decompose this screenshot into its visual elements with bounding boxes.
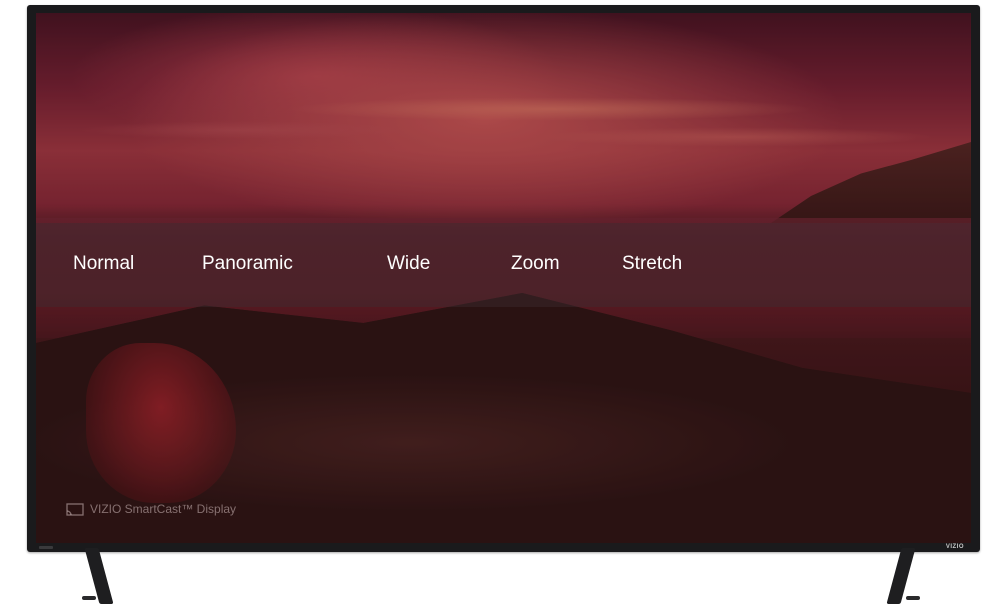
aspect-option-normal[interactable]: Normal bbox=[73, 249, 134, 279]
cast-icon bbox=[66, 502, 84, 516]
bezel-logo: VIZIO bbox=[945, 544, 964, 550]
aspect-option-zoom[interactable]: Zoom bbox=[511, 249, 560, 279]
tv-screen: Normal Panoramic Wide Zoom Stretch VIZIO… bbox=[36, 13, 971, 543]
aspect-ratio-menu: Normal Panoramic Wide Zoom Stretch bbox=[36, 223, 971, 307]
stand-left-foot bbox=[82, 596, 96, 600]
tv-frame: Normal Panoramic Wide Zoom Stretch VIZIO… bbox=[27, 5, 980, 552]
stand-right-foot bbox=[906, 596, 920, 600]
smartcast-watermark: VIZIO SmartCast™ Display bbox=[66, 499, 236, 519]
smartcast-text: VIZIO SmartCast™ Display bbox=[90, 502, 237, 516]
aspect-option-panoramic[interactable]: Panoramic bbox=[202, 249, 293, 279]
aspect-option-stretch[interactable]: Stretch bbox=[622, 249, 682, 279]
power-led bbox=[39, 546, 53, 549]
aspect-option-wide[interactable]: Wide bbox=[387, 249, 430, 279]
